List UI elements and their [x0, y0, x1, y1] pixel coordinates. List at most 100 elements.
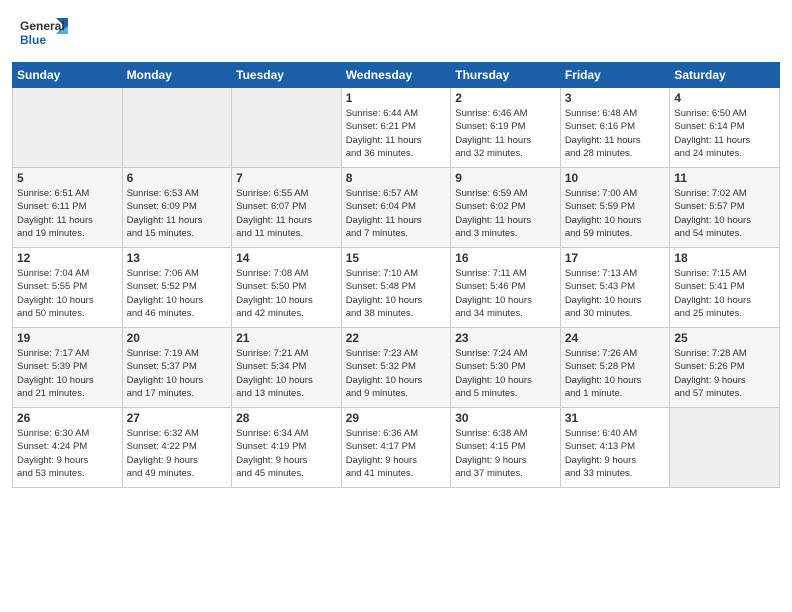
weekday-header-tuesday: Tuesday [232, 63, 342, 88]
calendar-cell: 6Sunrise: 6:53 AM Sunset: 6:09 PM Daylig… [122, 168, 232, 248]
calendar-cell: 11Sunrise: 7:02 AM Sunset: 5:57 PM Dayli… [670, 168, 780, 248]
day-number: 11 [674, 171, 775, 185]
day-info: Sunrise: 6:32 AM Sunset: 4:22 PM Dayligh… [127, 427, 228, 480]
weekday-header-wednesday: Wednesday [341, 63, 451, 88]
calendar-week-1: 1 Sunrise: 6:44 AM Sunset: 6:21 PM Daylig… [13, 88, 780, 168]
day-info: Sunrise: 6:59 AM Sunset: 6:02 PM Dayligh… [455, 187, 556, 240]
calendar-cell: 2 Sunrise: 6:46 AM Sunset: 6:19 PM Daylig… [451, 88, 561, 168]
calendar-cell: 7 Sunrise: 6:55 AM Sunset: 6:07 PM Daylig… [232, 168, 342, 248]
day-info: Sunrise: 7:21 AM Sunset: 5:34 PM Dayligh… [236, 347, 337, 400]
logo-icon: GeneralBlue [20, 16, 70, 52]
day-number: 16 [455, 251, 556, 265]
calendar-cell: 1 Sunrise: 6:44 AM Sunset: 6:21 PM Daylig… [341, 88, 451, 168]
calendar-table: SundayMondayTuesdayWednesdayThursdayFrid… [12, 62, 780, 488]
day-number: 10 [565, 171, 666, 185]
calendar-cell: 24Sunrise: 7:26 AM Sunset: 5:28 PM Dayli… [560, 328, 670, 408]
day-info: Sunrise: 6:44 AM Sunset: 6:21 PM Dayligh… [346, 107, 447, 160]
calendar-cell: 13 Sunrise: 7:06 AM Sunset: 5:52 PM Dayli… [122, 248, 232, 328]
day-number: 20 [127, 331, 228, 345]
calendar-cell [232, 88, 342, 168]
day-number: 26 [17, 411, 118, 425]
day-number: 5 [17, 171, 118, 185]
calendar-cell: 26 Sunrise: 6:30 AM Sunset: 4:24 PM Dayli… [13, 408, 123, 488]
calendar-cell: 18 Sunrise: 7:15 AM Sunset: 5:41 PM Dayli… [670, 248, 780, 328]
day-info: Sunrise: 7:17 AM Sunset: 5:39 PM Dayligh… [17, 347, 118, 400]
calendar-cell [13, 88, 123, 168]
day-info: Sunrise: 6:36 AM Sunset: 4:17 PM Dayligh… [346, 427, 447, 480]
day-info: Sunrise: 6:30 AM Sunset: 4:24 PM Dayligh… [17, 427, 118, 480]
calendar-cell: 17Sunrise: 7:13 AM Sunset: 5:43 PM Dayli… [560, 248, 670, 328]
day-number: 3 [565, 91, 666, 105]
day-info: Sunrise: 6:38 AM Sunset: 4:15 PM Dayligh… [455, 427, 556, 480]
svg-text:General: General [20, 19, 65, 33]
day-number: 18 [674, 251, 775, 265]
svg-text:Blue: Blue [20, 33, 46, 47]
day-number: 28 [236, 411, 337, 425]
day-number: 23 [455, 331, 556, 345]
calendar-week-2: 5 Sunrise: 6:51 AM Sunset: 6:11 PM Daylig… [13, 168, 780, 248]
day-number: 8 [346, 171, 447, 185]
day-info: Sunrise: 7:24 AM Sunset: 5:30 PM Dayligh… [455, 347, 556, 400]
day-number: 30 [455, 411, 556, 425]
day-number: 27 [127, 411, 228, 425]
day-info: Sunrise: 6:50 AM Sunset: 6:14 PM Dayligh… [674, 107, 775, 160]
weekday-header-sunday: Sunday [13, 63, 123, 88]
day-number: 15 [346, 251, 447, 265]
weekday-header-monday: Monday [122, 63, 232, 88]
day-number: 25 [674, 331, 775, 345]
day-info: Sunrise: 6:46 AM Sunset: 6:19 PM Dayligh… [455, 107, 556, 160]
day-info: Sunrise: 7:19 AM Sunset: 5:37 PM Dayligh… [127, 347, 228, 400]
day-number: 17 [565, 251, 666, 265]
calendar-cell: 23 Sunrise: 7:24 AM Sunset: 5:30 PM Dayli… [451, 328, 561, 408]
day-number: 4 [674, 91, 775, 105]
day-number: 9 [455, 171, 556, 185]
calendar-cell [670, 408, 780, 488]
calendar-week-4: 19Sunrise: 7:17 AM Sunset: 5:39 PM Dayli… [13, 328, 780, 408]
calendar-cell: 20 Sunrise: 7:19 AM Sunset: 5:37 PM Dayli… [122, 328, 232, 408]
day-info: Sunrise: 6:55 AM Sunset: 6:07 PM Dayligh… [236, 187, 337, 240]
calendar-week-3: 12Sunrise: 7:04 AM Sunset: 5:55 PM Dayli… [13, 248, 780, 328]
day-info: Sunrise: 7:15 AM Sunset: 5:41 PM Dayligh… [674, 267, 775, 320]
day-info: Sunrise: 6:51 AM Sunset: 6:11 PM Dayligh… [17, 187, 118, 240]
day-number: 21 [236, 331, 337, 345]
calendar-cell: 4 Sunrise: 6:50 AM Sunset: 6:14 PM Daylig… [670, 88, 780, 168]
calendar-cell: 8Sunrise: 6:57 AM Sunset: 6:04 PM Daylig… [341, 168, 451, 248]
day-number: 1 [346, 91, 447, 105]
day-info: Sunrise: 6:34 AM Sunset: 4:19 PM Dayligh… [236, 427, 337, 480]
calendar-cell: 5 Sunrise: 6:51 AM Sunset: 6:11 PM Daylig… [13, 168, 123, 248]
weekday-header-saturday: Saturday [670, 63, 780, 88]
calendar-cell: 25Sunrise: 7:28 AM Sunset: 5:26 PM Dayli… [670, 328, 780, 408]
logo: GeneralBlue [20, 16, 70, 52]
day-number: 12 [17, 251, 118, 265]
calendar-cell: 27 Sunrise: 6:32 AM Sunset: 4:22 PM Dayli… [122, 408, 232, 488]
weekday-header-thursday: Thursday [451, 63, 561, 88]
page-header: GeneralBlue [0, 0, 792, 58]
calendar-cell: 9 Sunrise: 6:59 AM Sunset: 6:02 PM Daylig… [451, 168, 561, 248]
day-info: Sunrise: 7:26 AM Sunset: 5:28 PM Dayligh… [565, 347, 666, 400]
day-number: 22 [346, 331, 447, 345]
day-info: Sunrise: 6:40 AM Sunset: 4:13 PM Dayligh… [565, 427, 666, 480]
calendar-cell: 29 Sunrise: 6:36 AM Sunset: 4:17 PM Dayli… [341, 408, 451, 488]
calendar-cell: 30 Sunrise: 6:38 AM Sunset: 4:15 PM Dayli… [451, 408, 561, 488]
calendar-cell [122, 88, 232, 168]
day-info: Sunrise: 7:11 AM Sunset: 5:46 PM Dayligh… [455, 267, 556, 320]
day-number: 13 [127, 251, 228, 265]
day-number: 7 [236, 171, 337, 185]
day-number: 29 [346, 411, 447, 425]
day-info: Sunrise: 7:10 AM Sunset: 5:48 PM Dayligh… [346, 267, 447, 320]
calendar-cell: 14Sunrise: 7:08 AM Sunset: 5:50 PM Dayli… [232, 248, 342, 328]
day-info: Sunrise: 7:06 AM Sunset: 5:52 PM Dayligh… [127, 267, 228, 320]
calendar-cell: 12Sunrise: 7:04 AM Sunset: 5:55 PM Dayli… [13, 248, 123, 328]
day-number: 14 [236, 251, 337, 265]
day-info: Sunrise: 7:23 AM Sunset: 5:32 PM Dayligh… [346, 347, 447, 400]
calendar-week-5: 26 Sunrise: 6:30 AM Sunset: 4:24 PM Dayli… [13, 408, 780, 488]
calendar-cell: 28 Sunrise: 6:34 AM Sunset: 4:19 PM Dayli… [232, 408, 342, 488]
calendar-cell: 19Sunrise: 7:17 AM Sunset: 5:39 PM Dayli… [13, 328, 123, 408]
day-number: 31 [565, 411, 666, 425]
calendar-cell: 21 Sunrise: 7:21 AM Sunset: 5:34 PM Dayli… [232, 328, 342, 408]
calendar-cell: 31 Sunrise: 6:40 AM Sunset: 4:13 PM Dayli… [560, 408, 670, 488]
day-number: 2 [455, 91, 556, 105]
weekday-header-friday: Friday [560, 63, 670, 88]
calendar-cell: 3Sunrise: 6:48 AM Sunset: 6:16 PM Daylig… [560, 88, 670, 168]
day-info: Sunrise: 7:00 AM Sunset: 5:59 PM Dayligh… [565, 187, 666, 240]
